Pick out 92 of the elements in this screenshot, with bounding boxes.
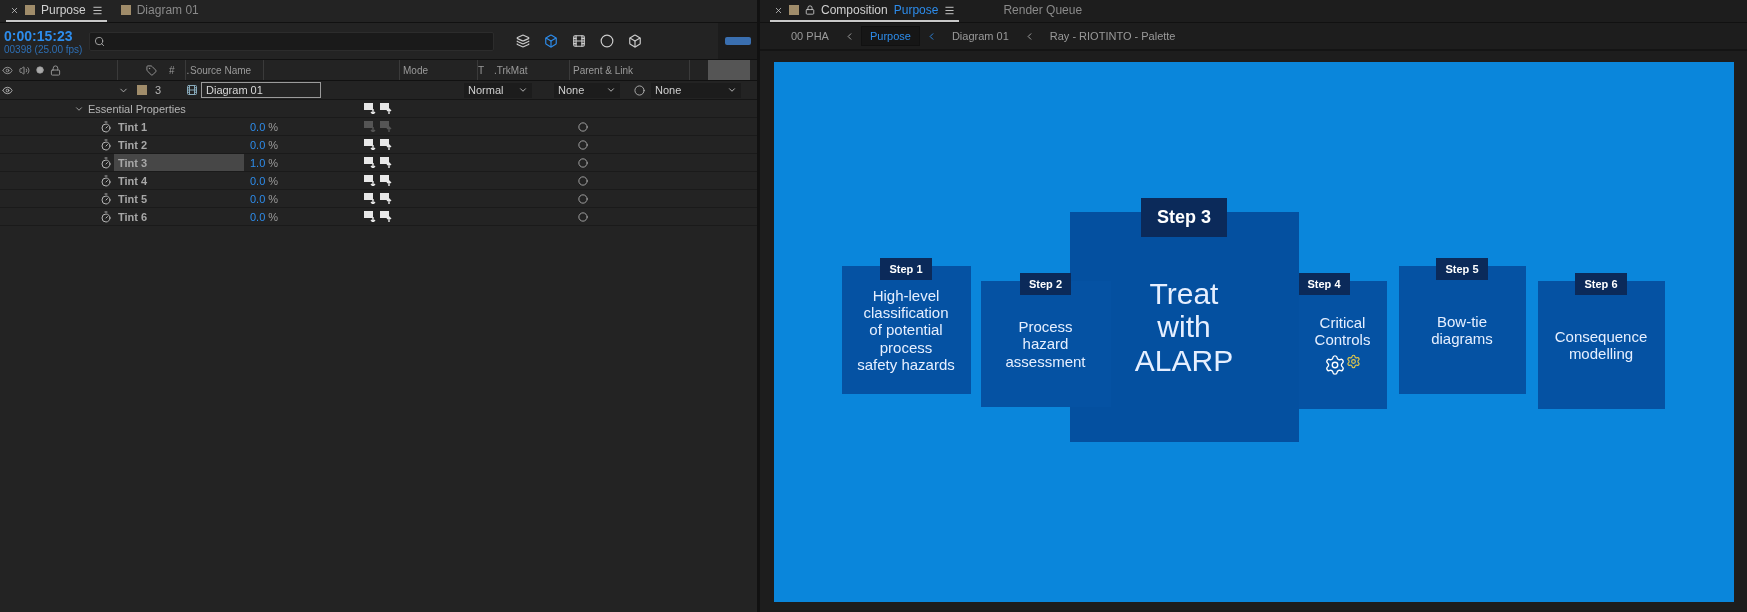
column-header[interactable]: Source Name	[190, 64, 252, 76]
keyframe-icon[interactable]	[364, 175, 376, 186]
group-label: Essential Properties	[88, 102, 186, 115]
stopwatch-icon	[100, 138, 112, 151]
step-label: Step 4	[1298, 273, 1350, 295]
property-value[interactable]: 0.0 %	[250, 192, 279, 205]
trkmat-dropdown[interactable]: None	[554, 82, 620, 98]
lock-icon	[50, 64, 61, 76]
breadcrumb[interactable]: Diagram 01	[942, 26, 1018, 46]
keyframe-controls[interactable]	[364, 193, 392, 204]
step-text: Process hazard assessment	[1005, 318, 1086, 370]
swatch-icon	[789, 5, 799, 15]
gears-drawing	[1324, 354, 1361, 377]
keyframe-icon[interactable]	[364, 103, 376, 114]
step-text: Consequence modelling	[1554, 327, 1648, 363]
keyframe-icon[interactable]	[364, 139, 376, 150]
caret-icon	[518, 85, 528, 95]
layer-number: 3	[155, 84, 162, 96]
step-text: Critical Controls	[1314, 313, 1371, 349]
stopwatch-icon	[100, 174, 112, 187]
keyframe-icon[interactable]	[364, 157, 376, 168]
timecode[interactable]: 0:00:15:23	[4, 27, 90, 44]
step-label: Step 3	[1141, 198, 1227, 237]
keyframe-icon[interactable]	[380, 157, 392, 168]
property-name[interactable]: Tint 5	[114, 190, 244, 207]
menu-icon	[91, 4, 103, 16]
property-name[interactable]: Tint 6	[114, 208, 244, 225]
property-value[interactable]: 0.0 %	[250, 174, 279, 187]
property-value[interactable]: 0.0 %	[250, 138, 279, 151]
keyframe-icon[interactable]	[380, 211, 392, 222]
layer-name[interactable]: Diagram 01	[201, 82, 321, 98]
keyframe-controls[interactable]	[364, 139, 392, 150]
keyframe-icon[interactable]	[380, 103, 392, 114]
panel-tab[interactable]: Purpose	[6, 0, 107, 22]
property-value[interactable]: 1.0 %	[250, 156, 279, 169]
breadcrumb[interactable]: Ray - RIOTINTO - Palette	[1040, 26, 1185, 46]
keyframe-icon[interactable]	[380, 139, 392, 150]
close-icon	[774, 5, 783, 15]
property-name[interactable]: Tint 3	[114, 154, 244, 171]
label-icon	[146, 64, 157, 76]
frame-info: 00398 (25.00 fps)	[4, 43, 84, 55]
property-name[interactable]: Tint 4	[114, 172, 244, 189]
column-header: Parent & Link	[573, 64, 634, 76]
search-field[interactable]	[89, 31, 495, 51]
property-name[interactable]: Tint 1	[114, 118, 244, 135]
keyframe-icon[interactable]	[380, 193, 392, 204]
column-header: .TrkMat	[494, 64, 528, 76]
stopwatch-icon	[100, 210, 112, 223]
work-area-handle[interactable]	[724, 37, 751, 45]
step-text: Bow-tie diagrams	[1431, 312, 1493, 348]
property-value[interactable]: 0.0 %	[250, 210, 279, 223]
column-header: .	[186, 64, 190, 76]
lock-icon	[805, 5, 815, 15]
swatch-icon	[137, 85, 147, 95]
parent-dropdown[interactable]: None	[651, 82, 741, 98]
keyframe-icon[interactable]	[380, 175, 392, 186]
step-text: High-level classification of potential process safety hazards	[857, 286, 955, 374]
eye-icon	[2, 64, 13, 76]
breadcrumb[interactable]: Purpose	[860, 26, 920, 46]
step-label: Step 6	[1575, 273, 1627, 295]
eye-icon	[2, 84, 13, 96]
stopwatch-icon	[100, 192, 112, 205]
keyframe-controls[interactable]	[364, 211, 392, 222]
step-label: Step 5	[1436, 258, 1488, 280]
column-header: #	[169, 64, 175, 76]
panel-tab[interactable]: Render Queue	[999, 0, 1087, 22]
panel-tab[interactable]: Diagram 01	[116, 0, 203, 22]
close-icon	[10, 5, 19, 15]
step-label: Step 1	[880, 258, 932, 280]
keyframe-controls[interactable]	[364, 157, 392, 168]
panel-tab[interactable]: Composition Purpose	[770, 0, 960, 22]
solo-icon	[36, 66, 44, 74]
caret-icon	[606, 85, 616, 95]
step-label: Step 2	[1020, 273, 1071, 295]
keyframe-icon[interactable]	[364, 211, 376, 222]
property-name[interactable]: Tint 2	[114, 136, 244, 153]
stopwatch-icon	[100, 156, 112, 169]
column-header: Mode	[403, 64, 428, 76]
keyframe-icon[interactable]	[364, 193, 376, 204]
swatch-icon	[25, 5, 35, 15]
stopwatch-icon	[100, 120, 112, 133]
property-value[interactable]: 0.0 %	[250, 120, 279, 133]
swatch-icon	[120, 5, 131, 15]
breadcrumb[interactable]: 00 PHA	[782, 26, 838, 46]
keyframe-controls[interactable]	[364, 175, 392, 186]
search-icon	[94, 35, 106, 47]
caret-icon	[727, 85, 737, 95]
audio-icon	[19, 64, 30, 76]
menu-icon	[944, 4, 956, 16]
mode-dropdown[interactable]: Normal	[464, 82, 532, 98]
step-text: Treat with ALARP	[1134, 276, 1234, 378]
column-header: T	[478, 64, 485, 76]
